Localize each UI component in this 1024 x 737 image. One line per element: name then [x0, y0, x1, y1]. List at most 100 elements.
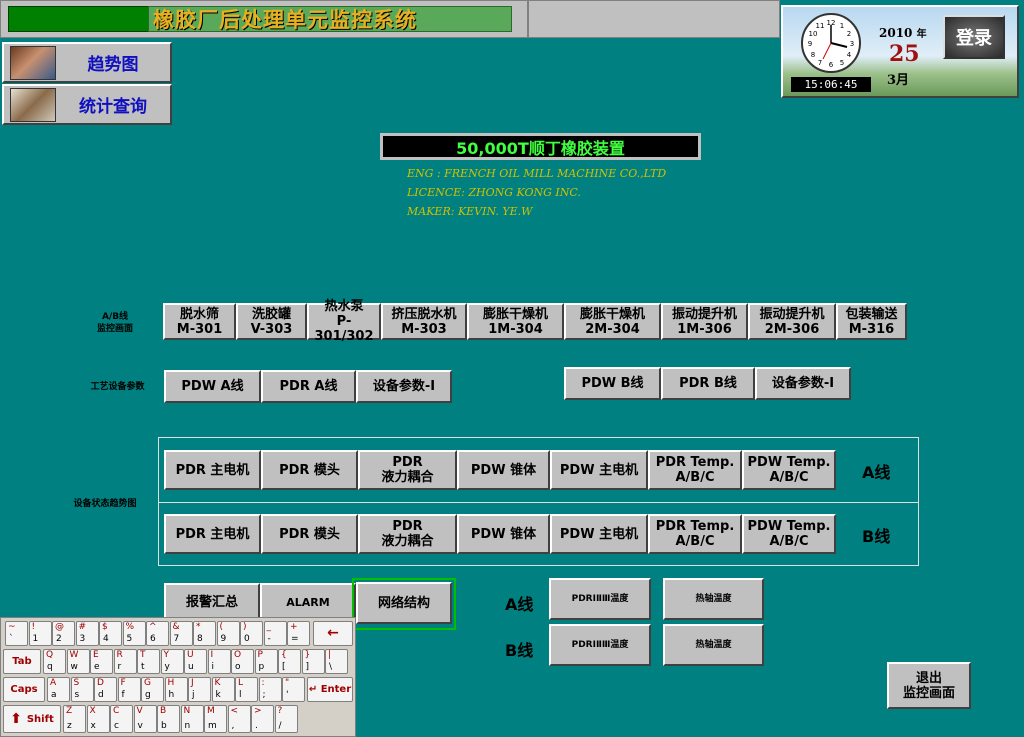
- key-l[interactable]: Ll: [235, 677, 258, 702]
- key-s[interactable]: Ss: [70, 677, 94, 702]
- a-pdr-temp-button[interactable]: PDRⅠⅡⅢ温度: [549, 578, 651, 620]
- key-5[interactable]: % 5: [122, 621, 146, 646]
- key-j[interactable]: Jj: [188, 677, 211, 702]
- key-r[interactable]: Rr: [113, 649, 137, 674]
- enter-key[interactable]: ↵ Enter: [307, 677, 353, 702]
- key-3[interactable]: #3: [75, 621, 99, 646]
- backspace-key[interactable]: ←: [313, 621, 353, 646]
- key-x[interactable]: Xx: [86, 705, 110, 733]
- ab-monitor-button-7[interactable]: 振动提升机 2M-306: [748, 303, 836, 340]
- trend-b-pdr-coupling[interactable]: PDR 液力耦合: [358, 514, 457, 554]
- key-v[interactable]: Vv: [133, 705, 157, 733]
- key-[[interactable]: {[: [278, 649, 301, 674]
- key-i[interactable]: Ii: [207, 649, 231, 674]
- key-t[interactable]: Tt: [137, 649, 160, 674]
- key--[interactable]: _ -: [263, 621, 287, 646]
- stats-query-label: 统计查询: [79, 97, 147, 117]
- pdr-a-button[interactable]: PDR A线: [261, 370, 356, 403]
- trend-chart-button[interactable]: 趋势图: [2, 42, 172, 83]
- login-button[interactable]: 登录: [943, 15, 1005, 59]
- day-display: 25: [889, 41, 920, 67]
- key-shift-char: K: [214, 678, 221, 688]
- alarm-summary-button[interactable]: 报警汇总: [164, 583, 260, 621]
- key-0[interactable]: ) 0: [240, 621, 263, 646]
- svg-text:2: 2: [847, 30, 851, 38]
- ab-monitor-button-4[interactable]: 膨胀干燥机 1M-304: [467, 303, 564, 340]
- key-4[interactable]: $4: [99, 621, 122, 646]
- tab-key[interactable]: Tab: [3, 649, 41, 674]
- key-1[interactable]: ! 1: [28, 621, 52, 646]
- key-z[interactable]: Zz: [63, 705, 86, 733]
- trend-b-pdw-cone[interactable]: PDW 锥体: [457, 514, 550, 554]
- key-shift-char: $: [102, 622, 108, 632]
- key-c[interactable]: Cc: [110, 705, 133, 733]
- key-9[interactable]: (9: [216, 621, 240, 646]
- trend-a-pdr-die[interactable]: PDR 模头: [261, 450, 358, 490]
- caps-key[interactable]: Caps: [3, 677, 45, 702]
- key-m[interactable]: Mm: [204, 705, 227, 733]
- b-pdr-temp-button[interactable]: PDRⅠⅡⅢ温度: [549, 624, 651, 666]
- alarm-button[interactable]: ALARM: [260, 583, 356, 621]
- trend-b-pdr-die[interactable]: PDR 模头: [261, 514, 358, 554]
- shift-key[interactable]: ⬆ Shift: [3, 705, 61, 733]
- key-k[interactable]: Kk: [211, 677, 235, 702]
- exit-monitor-button[interactable]: 退出 监控画面: [887, 662, 971, 709]
- key-/[interactable]: ? /: [274, 705, 298, 733]
- trend-a-pdw-cone[interactable]: PDW 锥体: [457, 450, 550, 490]
- pdw-b-button[interactable]: PDW B线: [564, 367, 661, 400]
- key-,[interactable]: <,: [227, 705, 251, 733]
- key-8[interactable]: * 8: [193, 621, 216, 646]
- key-d[interactable]: Dd: [94, 677, 117, 702]
- key-7[interactable]: & 7: [169, 621, 193, 646]
- trend-b-pdw-temp[interactable]: PDW Temp. A/B/C: [742, 514, 836, 554]
- key-h[interactable]: Hh: [164, 677, 188, 702]
- ab-monitor-button-0[interactable]: 脱水筛 M-301: [163, 303, 236, 340]
- key-=[interactable]: + =: [287, 621, 310, 646]
- trend-b-pdw-main-motor[interactable]: PDW 主电机: [550, 514, 648, 554]
- key-f[interactable]: Ff: [117, 677, 141, 702]
- pdw-a-button[interactable]: PDW A线: [164, 370, 261, 403]
- key-q[interactable]: Qq: [43, 649, 66, 674]
- ab-monitor-button-2[interactable]: 热水泵 P-301/302: [307, 299, 381, 344]
- key-.[interactable]: >.: [251, 705, 274, 733]
- trend-a-pdr-coupling[interactable]: PDR 液力耦合: [358, 450, 457, 490]
- network-structure-button[interactable]: 网络结构: [356, 582, 452, 624]
- ab-monitor-button-6[interactable]: 振动提升机 1M-306: [661, 303, 748, 340]
- key-a[interactable]: Aa: [47, 677, 70, 702]
- key-n[interactable]: Nn: [180, 705, 204, 733]
- key-;[interactable]: :;: [258, 677, 282, 702]
- ab-monitor-button-3[interactable]: 挤压脱水机 M-303: [381, 303, 467, 340]
- ab-monitor-button-8[interactable]: 包装输送 M-316: [836, 303, 907, 340]
- a-oil-temp-button[interactable]: 热轴温度: [663, 578, 764, 620]
- ab-monitor-button-1[interactable]: 洗胶罐 V-303: [236, 303, 307, 340]
- key-\[interactable]: | \: [325, 649, 348, 674]
- key-`[interactable]: ~ `: [5, 621, 28, 646]
- trend-line-b-label: B线: [862, 527, 891, 546]
- trend-a-pdr-main-motor[interactable]: PDR 主电机: [164, 450, 261, 490]
- ab-monitor-button-5[interactable]: 膨胀干燥机 2M-304: [564, 303, 661, 340]
- stats-query-button[interactable]: 统计查询: [2, 84, 172, 125]
- equip-params-a-button[interactable]: 设备参数-I: [356, 370, 452, 403]
- key-p[interactable]: Pp: [254, 649, 278, 674]
- key-char: 4: [103, 634, 109, 644]
- key-2[interactable]: @2: [52, 621, 75, 646]
- key-][interactable]: }]: [301, 649, 325, 674]
- trend-b-pdr-temp[interactable]: PDR Temp. A/B/C: [648, 514, 742, 554]
- pdr-b-button[interactable]: PDR B线: [661, 367, 755, 400]
- key-u[interactable]: Uu: [184, 649, 207, 674]
- trend-a-pdw-main-motor[interactable]: PDW 主电机: [550, 450, 648, 490]
- key-'[interactable]: " ': [282, 677, 305, 702]
- key-e[interactable]: Ee: [90, 649, 113, 674]
- equip-params-b-button[interactable]: 设备参数-I: [755, 367, 851, 400]
- key-b[interactable]: Bb: [157, 705, 180, 733]
- key-6[interactable]: ^ 6: [146, 621, 169, 646]
- trend-b-pdr-main-motor[interactable]: PDR 主电机: [164, 514, 261, 554]
- trend-a-pdr-temp[interactable]: PDR Temp. A/B/C: [648, 450, 742, 490]
- key-w[interactable]: Ww: [66, 649, 90, 674]
- key-y[interactable]: Yy: [160, 649, 184, 674]
- key-o[interactable]: Oo: [231, 649, 254, 674]
- key-g[interactable]: Gg: [141, 677, 164, 702]
- svg-text:9: 9: [808, 40, 812, 48]
- trend-a-pdw-temp[interactable]: PDW Temp. A/B/C: [742, 450, 836, 490]
- b-oil-temp-button[interactable]: 热轴温度: [663, 624, 764, 666]
